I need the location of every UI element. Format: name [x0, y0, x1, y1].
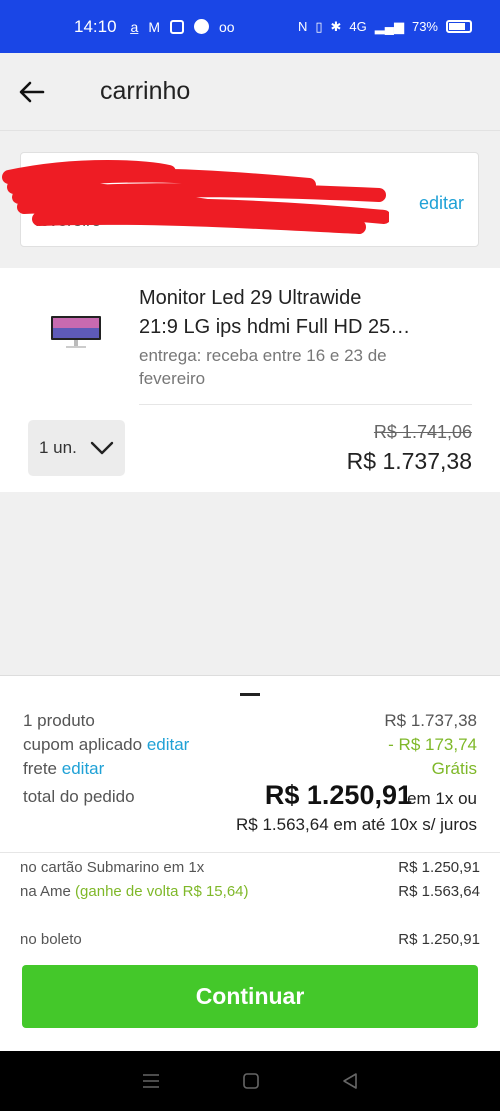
- signal-icon: 4G: [349, 19, 367, 34]
- bluetooth-icon: ✱: [330, 18, 342, 34]
- chevron-down-icon: [90, 441, 114, 455]
- system-navigation-bar: [0, 1051, 500, 1111]
- divider: [139, 404, 472, 405]
- page-title: carrinho: [100, 77, 191, 105]
- notification-icons: a̲ M oo: [131, 19, 235, 35]
- coupon-value: - R$ 173,74: [388, 735, 477, 754]
- edit-shipping-link[interactable]: editar: [62, 759, 105, 778]
- status-bar: 14:10 a̲ M oo N ▯ ✱ 4G ▂▄▆ 73%: [0, 0, 500, 53]
- arrow-left-icon: [19, 81, 45, 102]
- boleto-label: no boleto: [20, 931, 82, 948]
- system-icons: N ▯ ✱ 4G ▂▄▆ 73%: [298, 19, 472, 35]
- drag-handle[interactable]: [240, 693, 260, 696]
- total-value: R$ 1.250,91: [264, 780, 412, 810]
- edit-coupon-link[interactable]: editar: [147, 735, 190, 754]
- installments-text: R$ 1.563,64 em até 10x s/ juros: [236, 815, 477, 834]
- shipping-label: frete: [23, 759, 58, 778]
- items-label: 1 produto: [23, 711, 95, 730]
- amazon-notification-icon: a̲: [130, 18, 139, 35]
- product-title[interactable]: Monitor Led 29 Ultrawide 21:9 LG ips hdm…: [139, 284, 479, 342]
- home-icon[interactable]: [242, 1072, 260, 1090]
- coupon-label: cupom aplicado: [23, 735, 143, 754]
- original-price: R$ 1.741,06: [373, 422, 472, 442]
- back-triangle-icon[interactable]: [341, 1072, 359, 1090]
- product-thumbnail[interactable]: [50, 314, 102, 350]
- card-value: R$ 1.250,91: [398, 859, 480, 876]
- back-button[interactable]: [2, 53, 62, 131]
- shipping-row: frete editar Grátis: [23, 759, 477, 779]
- app-bar: carrinho: [0, 53, 500, 131]
- continue-button[interactable]: Continuar: [22, 965, 478, 1028]
- ame-label: na Ame: [20, 883, 71, 900]
- vibrate-icon: ▯: [315, 18, 323, 34]
- total-suffix: em 1x ou: [407, 789, 477, 808]
- redaction-scribble: [2, 160, 389, 234]
- coupon-row: cupom aplicado editar - R$ 173,74: [23, 735, 477, 755]
- status-time: 14:10: [74, 16, 117, 36]
- shopping-bag-icon: [170, 19, 185, 34]
- delivery-estimate: entrega: receba entre 16 e 23 de feverei…: [139, 346, 387, 388]
- cart-item: Monitor Led 29 Ultrawide 21:9 LG ips hdm…: [0, 268, 500, 492]
- quantity-select[interactable]: 1 un.: [28, 420, 125, 476]
- edit-address-link[interactable]: editar: [419, 193, 464, 214]
- menu-icon[interactable]: [141, 1073, 161, 1089]
- battery-icon: [446, 20, 472, 33]
- current-price: R$ 1.737,38: [346, 448, 472, 474]
- payment-ame-row: na Ame (ganhe de volta R$ 15,64) R$ 1.56…: [20, 883, 480, 900]
- shipping-value: Grátis: [431, 759, 477, 778]
- delivery-address-card: fevereiro editar: [2, 152, 479, 247]
- signal-bars-icon: ▂▄▆: [374, 18, 404, 34]
- mercado-notification-icon: M: [148, 18, 161, 35]
- payment-boleto-row: no boleto R$ 1.250,91: [20, 931, 480, 948]
- battery-percent: 73%: [411, 19, 438, 34]
- quantity-value: 1 un.: [39, 438, 77, 457]
- card-label: no cartão Submarino em 1x: [20, 859, 205, 876]
- nfc-icon: N: [297, 19, 308, 34]
- ame-value: R$ 1.563,64: [398, 883, 480, 900]
- divider: [0, 852, 500, 853]
- payment-card-row: no cartão Submarino em 1x R$ 1.250,91: [20, 859, 480, 876]
- items-row: 1 produto R$ 1.737,38: [23, 711, 477, 731]
- boleto-value: R$ 1.250,91: [398, 931, 480, 948]
- total-label: total do pedido: [23, 787, 135, 806]
- voicemail-icon: oo: [219, 18, 235, 35]
- items-value: R$ 1.737,38: [384, 711, 477, 730]
- chat-icon: [194, 19, 210, 34]
- ame-cashback: (ganhe de volta R$ 15,64): [75, 883, 249, 900]
